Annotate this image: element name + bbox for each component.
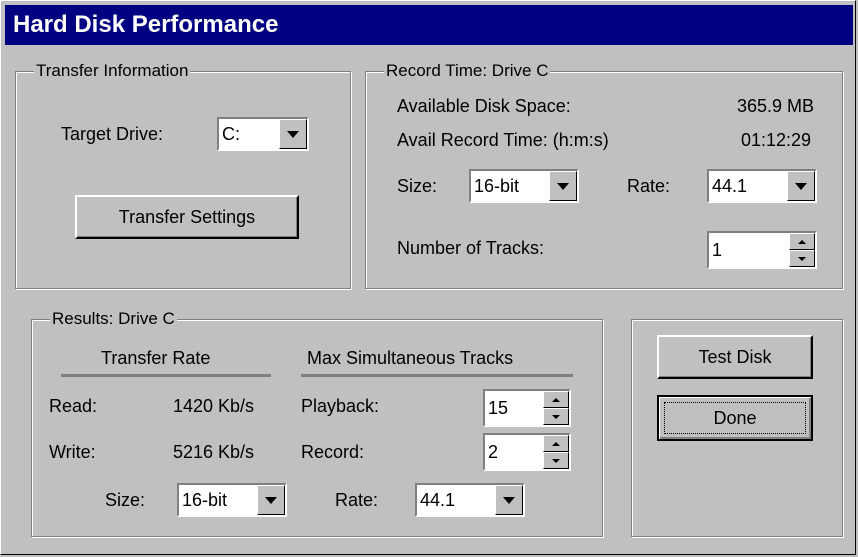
- number-of-tracks-label: Number of Tracks:: [397, 238, 545, 258]
- read-label: Read:: [49, 396, 98, 416]
- transfer-rate-divider: [61, 374, 271, 377]
- results-size-label: Size:: [105, 490, 146, 510]
- record-size-label: Size:: [397, 176, 438, 196]
- test-disk-button[interactable]: Test Disk: [657, 335, 813, 379]
- test-disk-label: Test Disk: [698, 347, 772, 367]
- chevron-down-icon[interactable]: [495, 485, 523, 515]
- available-disk-space-label: Available Disk Space:: [397, 96, 571, 116]
- spin-up-icon[interactable]: [543, 391, 569, 408]
- results-rate-value: 44.1: [420, 489, 456, 510]
- record-size-value: 16-bit: [474, 175, 520, 196]
- chevron-down-icon[interactable]: [257, 485, 285, 515]
- dialog-window: Hard Disk Performance Transfer Informati…: [0, 0, 856, 555]
- chevron-down-icon[interactable]: [549, 171, 577, 201]
- record-size-select[interactable]: 16-bit: [469, 169, 579, 203]
- playback-tracks-value: 15: [488, 397, 509, 418]
- results-rate-label: Rate:: [335, 490, 379, 510]
- target-drive-label: Target Drive:: [61, 124, 164, 144]
- focus-ring: [664, 402, 806, 434]
- number-of-tracks-spinner[interactable]: 1: [707, 231, 817, 269]
- done-button[interactable]: Done: [657, 395, 813, 441]
- avail-record-time-value: 01:12:29: [741, 130, 812, 150]
- results-rate-select[interactable]: 44.1: [415, 483, 525, 517]
- record-rate-value: 44.1: [712, 175, 748, 196]
- transfer-information-group: Transfer Information: [15, 60, 351, 289]
- write-label: Write:: [49, 442, 96, 462]
- record-tracks-spinner[interactable]: 2: [483, 433, 571, 471]
- transfer-rate-header: Transfer Rate: [101, 348, 211, 368]
- record-rate-select[interactable]: 44.1: [707, 169, 817, 203]
- spin-up-icon[interactable]: [543, 435, 569, 452]
- spin-up-icon[interactable]: [789, 233, 815, 250]
- max-tracks-header: Max Simultaneous Tracks: [307, 348, 514, 368]
- results-size-value: 16-bit: [182, 489, 228, 510]
- target-drive-value: C:: [222, 123, 240, 144]
- results-size-select[interactable]: 16-bit: [177, 483, 287, 517]
- avail-record-time-label: Avail Record Time: (h:m:s): [397, 130, 609, 150]
- group-label: Results: Drive C: [50, 308, 177, 330]
- target-drive-select[interactable]: C:: [217, 117, 309, 151]
- record-tracks-value: 2: [488, 441, 499, 462]
- record-tracks-label: Record:: [301, 442, 365, 462]
- title-bar: Hard Disk Performance: [5, 5, 853, 45]
- playback-tracks-spinner[interactable]: 15: [483, 389, 571, 427]
- spin-down-icon[interactable]: [543, 452, 569, 469]
- available-disk-space-value: 365.9 MB: [737, 96, 815, 116]
- spin-down-icon[interactable]: [789, 250, 815, 267]
- playback-label: Playback:: [301, 396, 380, 416]
- read-value: 1420 Kb/s: [173, 396, 255, 416]
- chevron-down-icon[interactable]: [787, 171, 815, 201]
- chevron-down-icon[interactable]: [279, 119, 307, 149]
- group-label: Transfer Information: [34, 60, 191, 82]
- record-rate-label: Rate:: [627, 176, 671, 196]
- transfer-settings-label: Transfer Settings: [118, 207, 256, 227]
- write-value: 5216 Kb/s: [173, 442, 255, 462]
- max-tracks-divider: [301, 374, 573, 377]
- group-label: Record Time: Drive C: [384, 60, 551, 82]
- number-of-tracks-value: 1: [712, 239, 723, 260]
- spin-down-icon[interactable]: [543, 408, 569, 425]
- transfer-settings-button[interactable]: Transfer Settings: [75, 195, 299, 239]
